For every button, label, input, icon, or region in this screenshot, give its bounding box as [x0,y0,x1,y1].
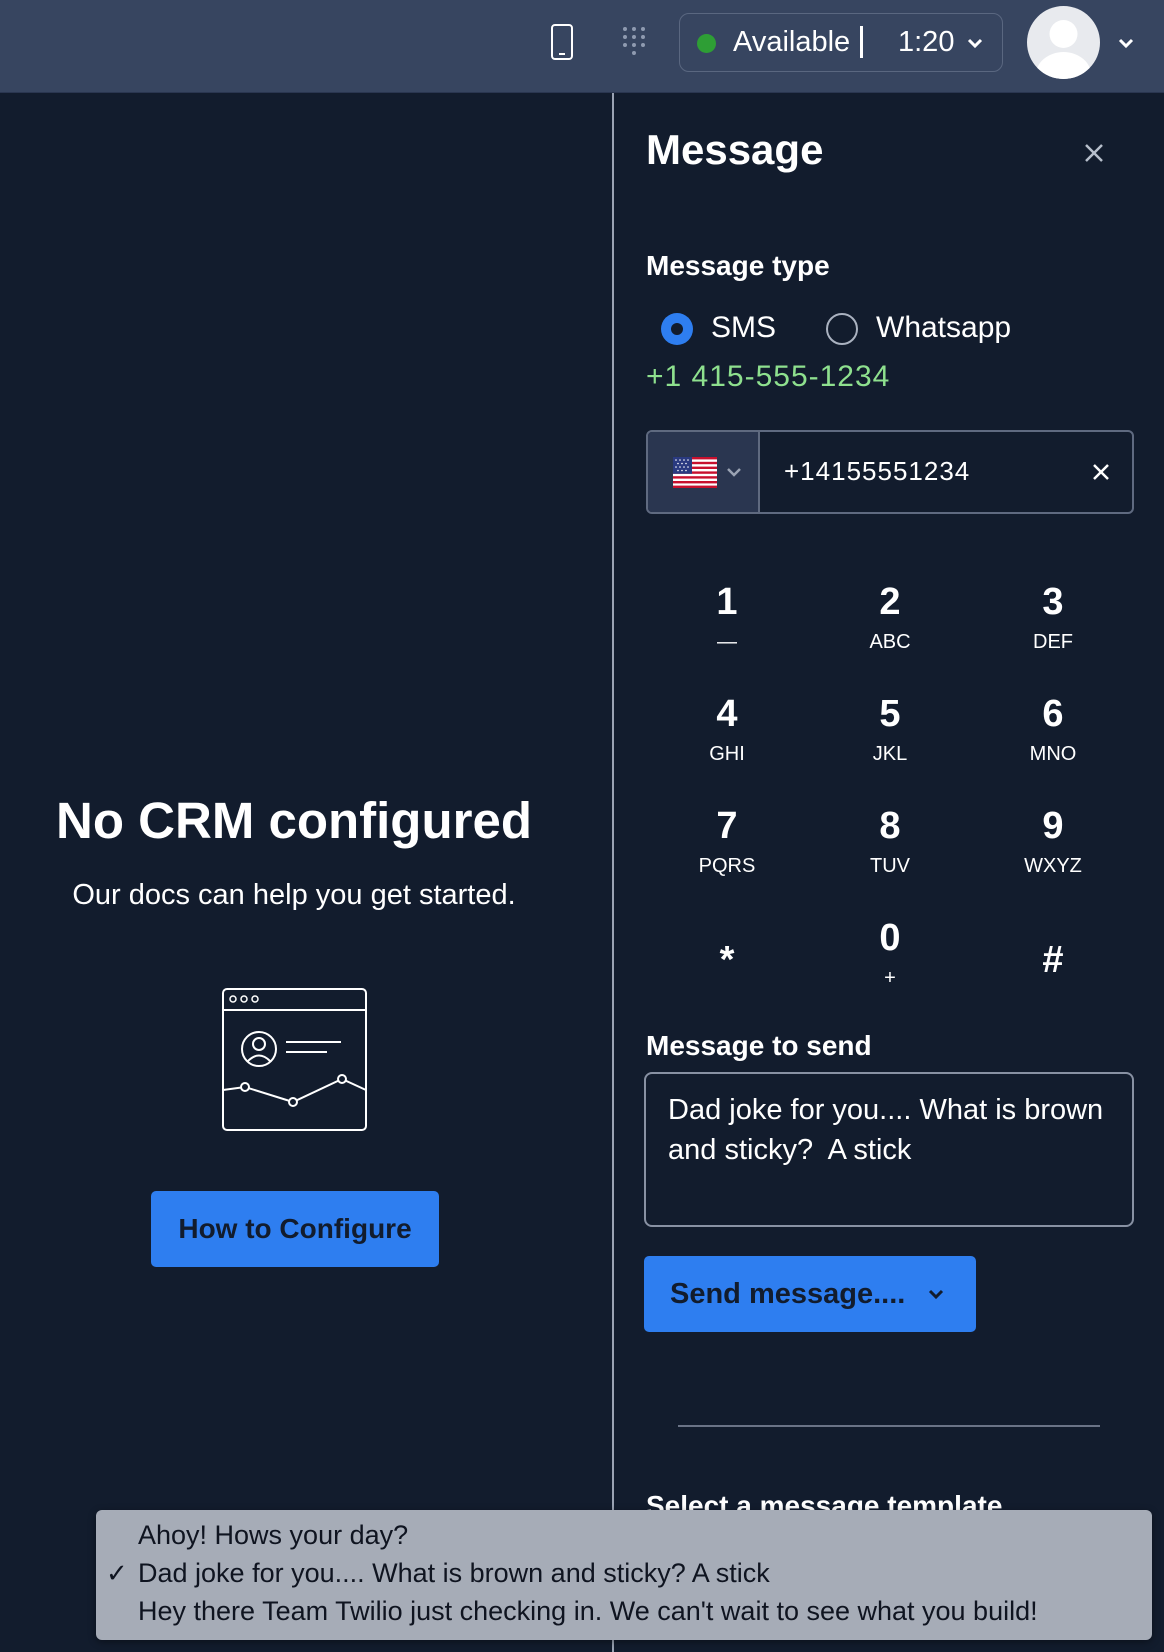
template-option[interactable]: Hey there Team Twilio just checking in. … [138,1596,1038,1627]
status-separator [860,26,863,58]
crm-title: No CRM configured [56,792,532,849]
key-9[interactable]: 9 WXYZ [993,794,1113,890]
key-3[interactable]: 3 DEF [993,570,1113,666]
status-timer: 1:20 [898,26,955,58]
message-to-send-label: Message to send [646,1030,872,1061]
phone-number-field: +14155551234 [646,430,1134,514]
close-icon[interactable] [1083,142,1105,164]
panel-title: Message [646,126,824,173]
how-to-configure-button[interactable]: How to Configure [151,1191,439,1267]
crm-illustration-icon [222,988,367,1131]
country-selector[interactable] [648,432,760,512]
send-message-button[interactable]: Send message.... [644,1256,976,1332]
key-2[interactable]: 2 ABC [830,570,950,666]
key-0[interactable]: 0 + [830,906,950,1002]
key-1[interactable]: 1— [667,570,787,666]
key-6[interactable]: 6 MNO [993,682,1113,778]
chevron-down-icon [727,468,741,477]
chevron-down-icon [928,1289,944,1300]
dialpad-icon[interactable] [622,26,646,56]
checkmark-icon: ✓ [106,1558,128,1588]
status-selector[interactable]: Available 1:20 [679,13,1003,72]
user-avatar-icon [1035,20,1092,79]
sms-radio-label: SMS [711,311,777,344]
template-option[interactable]: Ahoy! Hows your day? [138,1520,408,1551]
key-8[interactable]: 8 TUV [830,794,950,890]
crm-pane: No CRM configured Our docs can help you … [0,93,612,1652]
message-textarea[interactable]: Dad joke for you.... What is brown and s… [644,1072,1134,1227]
key-5[interactable]: 5 JKL [830,682,950,778]
whatsapp-radio-label: Whatsapp [876,311,1012,344]
sms-radio[interactable] [661,313,693,345]
status-indicator-icon [697,34,716,53]
key-4[interactable]: 4 GHI [667,682,787,778]
template-option-selected[interactable]: Dad joke for you.... What is brown and s… [138,1558,770,1589]
crm-subtitle: Our docs can help you get started. [72,879,516,911]
message-type-label: Message type [646,250,830,281]
from-number: +1 415-555-1234 [646,360,891,393]
key-star[interactable]: * [667,914,787,1010]
chevron-down-icon [967,38,983,49]
send-message-label: Send message.... [670,1277,906,1310]
avatar[interactable] [1027,6,1100,79]
section-divider [678,1425,1100,1427]
phone-icon[interactable] [550,24,574,60]
pane-divider [612,93,614,1652]
user-menu-chevron-icon[interactable] [1117,36,1135,50]
us-flag-icon [673,457,717,488]
key-hash[interactable]: # [993,914,1113,1010]
clear-icon[interactable] [1092,463,1110,481]
key-7[interactable]: 7 PQRS [667,794,787,890]
status-label: Available [733,26,851,58]
phone-number-input[interactable]: +14155551234 [784,456,970,487]
template-dropdown: Ahoy! Hows your day? ✓ Dad joke for you.… [96,1510,1152,1640]
top-bar: Available 1:20 [0,0,1164,93]
whatsapp-radio[interactable] [826,313,858,345]
